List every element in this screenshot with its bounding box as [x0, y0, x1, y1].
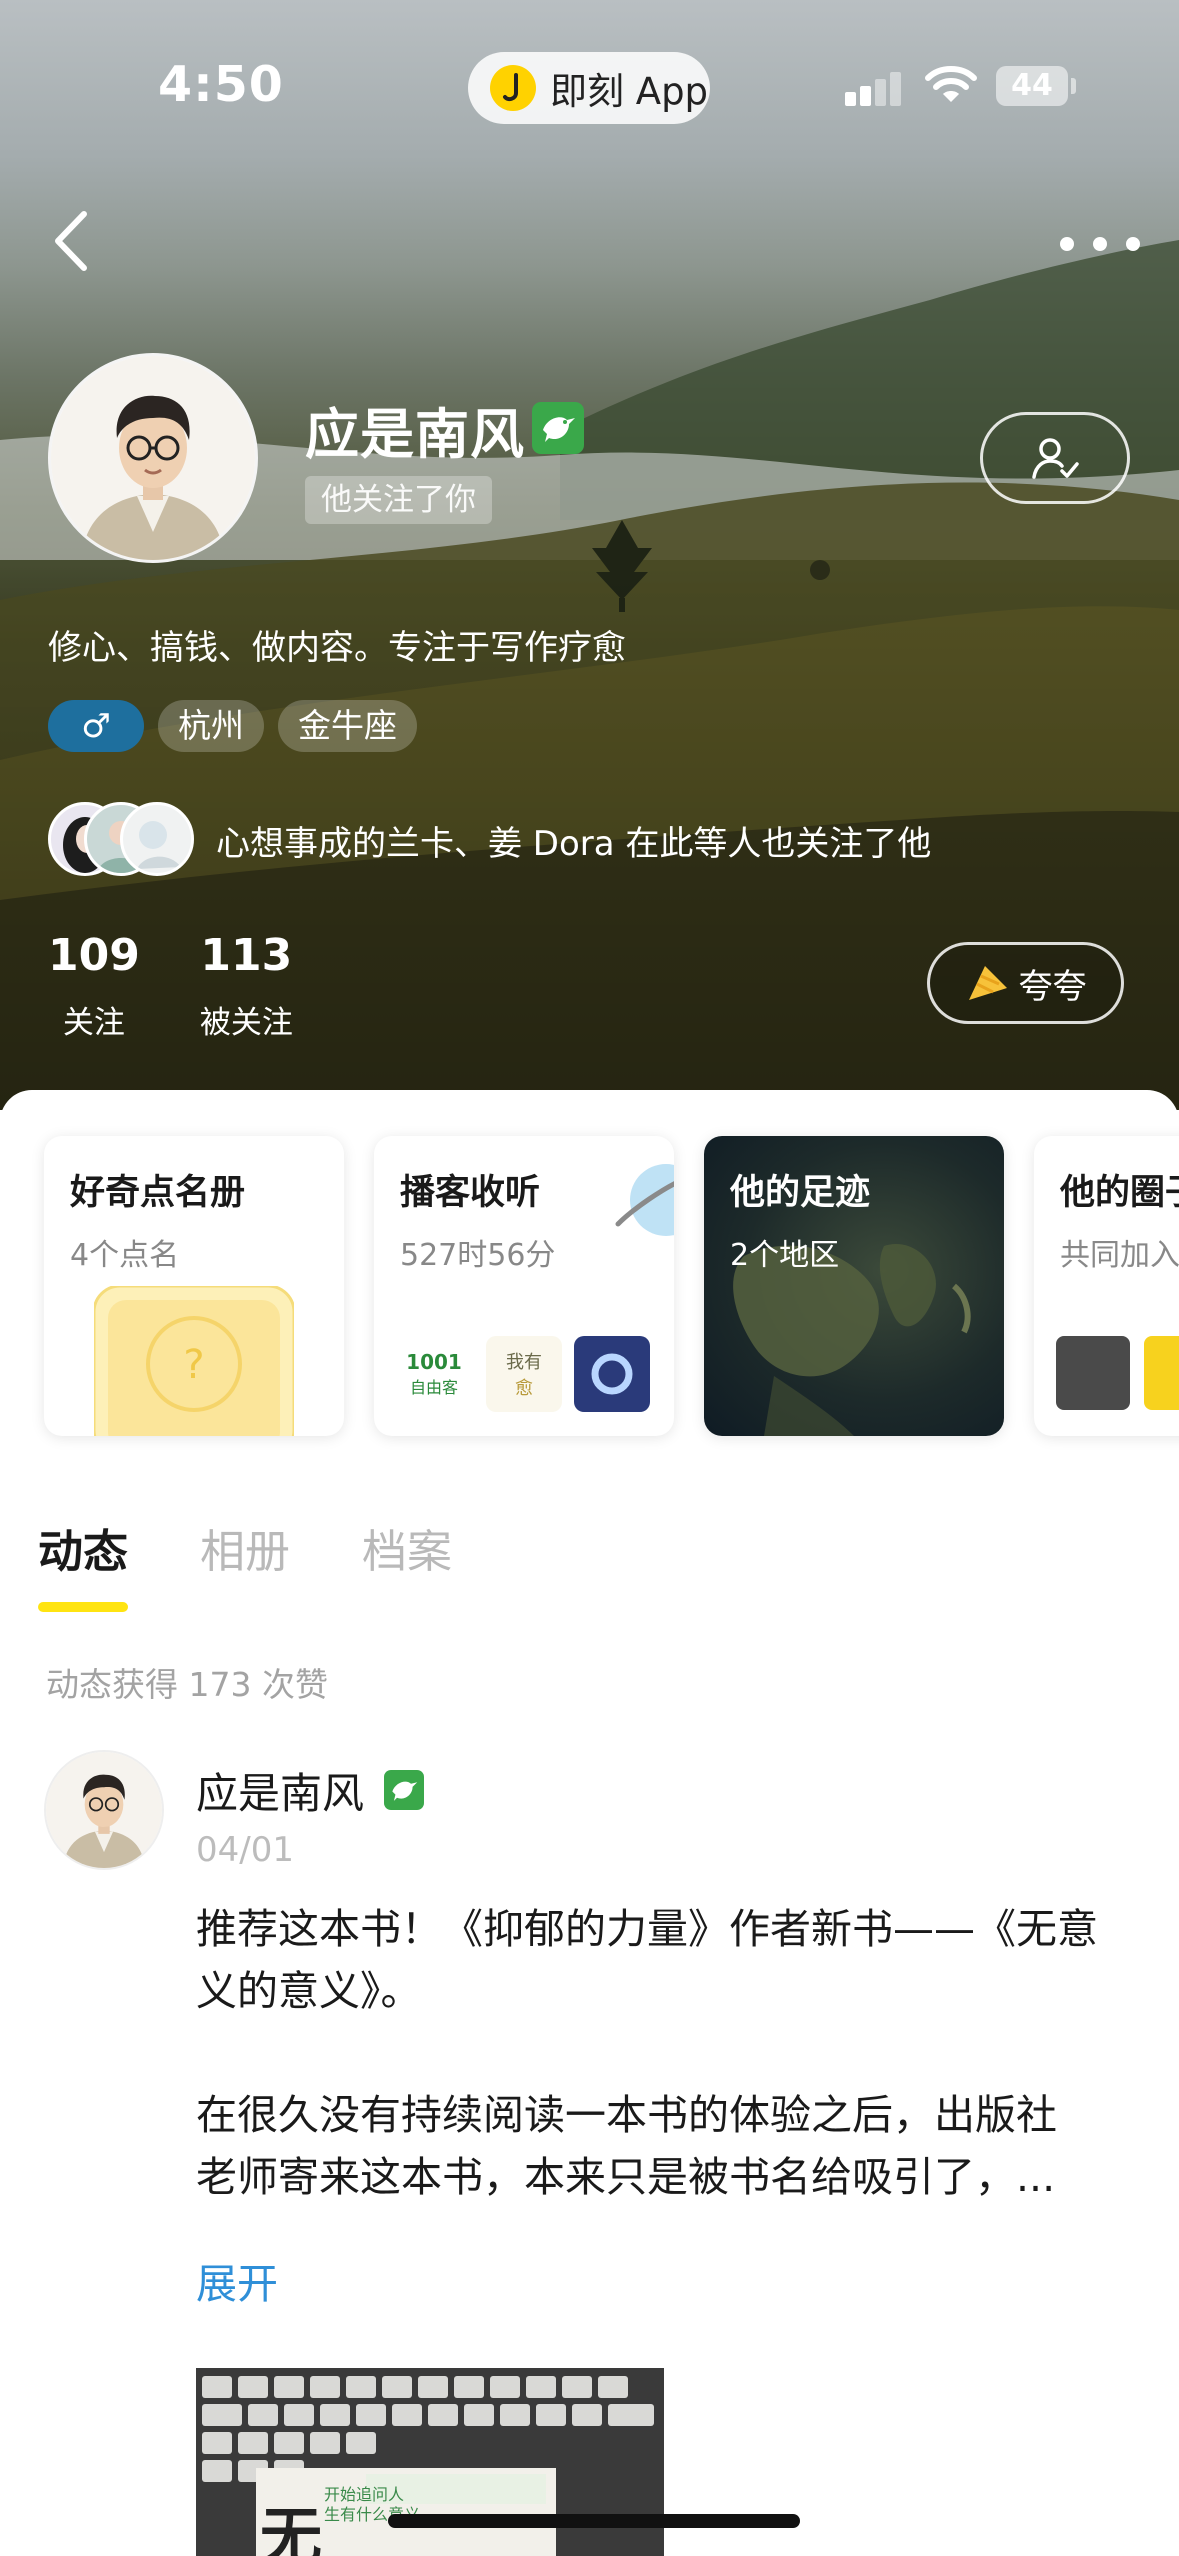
profile-tabs: 动态 相册 档案 — [38, 1515, 452, 1580]
return-to-app-pill[interactable]: 即刻 App — [468, 52, 710, 124]
avatar-illustration — [46, 1752, 162, 1868]
post-line: 在很久没有持续阅读一本书的体验之后，出版社 — [196, 2091, 1057, 2139]
post-line: 推荐这本书！《抑郁的力量》作者新书——《无意 — [196, 1905, 1098, 1953]
planet-icon — [615, 1164, 674, 1236]
praise-button[interactable]: 夸夸 — [927, 942, 1124, 1024]
logo-text: 自由客 — [409, 1378, 458, 1397]
jike-app-icon — [490, 65, 536, 111]
post-date: 04/01 — [196, 1830, 294, 1870]
card-subtitle: 4个点名 — [70, 1238, 180, 1273]
verified-bird-badge-icon — [532, 402, 584, 454]
gender-tag: ♂ — [48, 700, 144, 752]
circle-thumbnail — [1056, 1336, 1130, 1410]
post-author-name[interactable]: 应是南风 — [196, 1760, 364, 1821]
followers-stat[interactable]: 113 被关注 — [200, 930, 293, 1042]
podcast-logo-woyou: 我有 愈 — [486, 1336, 562, 1412]
profile-content: 好奇点名册 4个点名 ? 播客收听 527时56分 1001 自由客 我有 愈 … — [0, 1090, 1179, 2556]
card-title: 播客收听 — [400, 1173, 541, 1213]
circle-thumbnail — [1144, 1336, 1179, 1410]
tab-album[interactable]: 相册 — [200, 1515, 290, 1580]
svg-text:?: ? — [183, 1342, 204, 1388]
post-body[interactable]: 推荐这本书！《抑郁的力量》作者新书——《无意 义的意义》。 在很久没有持续阅读一… — [196, 1898, 1136, 2208]
logo-text: 我有 — [506, 1352, 542, 1373]
active-tab-indicator — [38, 1602, 128, 1612]
profile-bio: 修心、搞钱、做内容。专注于写作疗愈 — [48, 628, 626, 668]
podcast-listening-card[interactable]: 播客收听 527时56分 1001 自由客 我有 愈 — [374, 1136, 674, 1436]
mutual-followers-text: 心想事成的兰卡、姜 Dora 在此等人也关注了他 — [216, 823, 932, 864]
book-title-char: 无 — [260, 2500, 322, 2556]
follows-you-label: 他关注了你 — [305, 476, 492, 524]
party-horn-icon — [968, 966, 1007, 1000]
status-time: 4:50 — [158, 56, 284, 113]
praise-label: 夸夸 — [1018, 966, 1087, 1007]
followers-label: 被关注 — [199, 1005, 293, 1041]
wifi-icon — [925, 66, 977, 102]
battery-icon: 44 — [996, 66, 1068, 106]
followers-count: 113 — [200, 930, 293, 981]
chevron-left-icon — [55, 211, 87, 271]
card-subtitle: 2个地区 — [730, 1238, 840, 1273]
avatar-illustration — [51, 356, 255, 560]
following-status-button[interactable] — [980, 412, 1130, 504]
tab-archive[interactable]: 档案 — [362, 1515, 452, 1580]
back-button[interactable] — [46, 206, 106, 276]
likes-summary: 动态获得 173 次赞 — [46, 1665, 328, 1704]
logo-text: 1001 — [406, 1350, 462, 1374]
circles-card[interactable]: 他的圈子 共同加入 — [1034, 1136, 1179, 1436]
lightbulb-badge-icon: ? — [94, 1286, 294, 1436]
following-count: 109 — [48, 930, 140, 981]
app-pill-label: 即刻 App — [550, 70, 709, 113]
home-indicator[interactable] — [388, 2514, 800, 2528]
more-dot-icon — [1060, 237, 1074, 251]
verified-bird-badge-icon — [384, 1770, 424, 1810]
card-subtitle: 527时56分 — [400, 1238, 556, 1273]
profile-avatar[interactable] — [48, 353, 258, 563]
following-label: 关注 — [62, 1005, 125, 1041]
post-author-avatar[interactable] — [44, 1750, 164, 1870]
podcast-logo-1001: 1001 自由客 — [396, 1336, 472, 1412]
ring-logo-icon — [591, 1353, 633, 1395]
card-subtitle: 共同加入 — [1060, 1238, 1179, 1273]
book-cover-text: 开始追问人 — [324, 2485, 404, 2504]
profile-name: 应是南风 — [305, 403, 525, 466]
expand-link[interactable]: 展开 — [196, 2250, 278, 2310]
tab-posts[interactable]: 动态 — [38, 1515, 128, 1580]
following-stat[interactable]: 109 关注 — [48, 930, 140, 1042]
more-options-button[interactable] — [1060, 226, 1140, 262]
feature-cards: 好奇点名册 4个点名 ? 播客收听 527时56分 1001 自由客 我有 愈 … — [44, 1136, 1179, 1436]
mutual-followers[interactable]: 心想事成的兰卡、姜 Dora 在此等人也关注了他 — [48, 800, 931, 880]
battery-tip — [1071, 78, 1076, 94]
more-dot-icon — [1093, 237, 1107, 251]
logo-text: 愈 — [515, 1378, 533, 1399]
footprint-card[interactable]: 他的足迹 2个地区 — [704, 1136, 1004, 1436]
zodiac-tag: 金牛座 — [278, 700, 417, 752]
more-dot-icon — [1126, 237, 1140, 251]
user-check-icon — [1032, 438, 1079, 479]
follow-stats: 109 关注 113 被关注 — [48, 930, 353, 1042]
post-line: 义的意义》。 — [196, 1967, 422, 2015]
curiosity-roll-card[interactable]: 好奇点名册 4个点名 ? — [44, 1136, 344, 1436]
post-line: 老师寄来这本书，本来只是被书名给吸引了，... — [196, 2153, 1056, 2201]
mutual-avatar — [120, 802, 194, 876]
card-title: 好奇点名册 — [70, 1173, 246, 1213]
podcast-logo-ring — [574, 1336, 650, 1412]
cellular-signal-icon — [845, 72, 901, 106]
profile-tags: ♂ 杭州 金牛座 — [48, 700, 417, 752]
location-tag: 杭州 — [158, 700, 264, 752]
card-title: 他的圈子 — [1060, 1173, 1179, 1213]
card-title: 他的足迹 — [730, 1173, 871, 1213]
mutual-avatars — [48, 800, 198, 880]
